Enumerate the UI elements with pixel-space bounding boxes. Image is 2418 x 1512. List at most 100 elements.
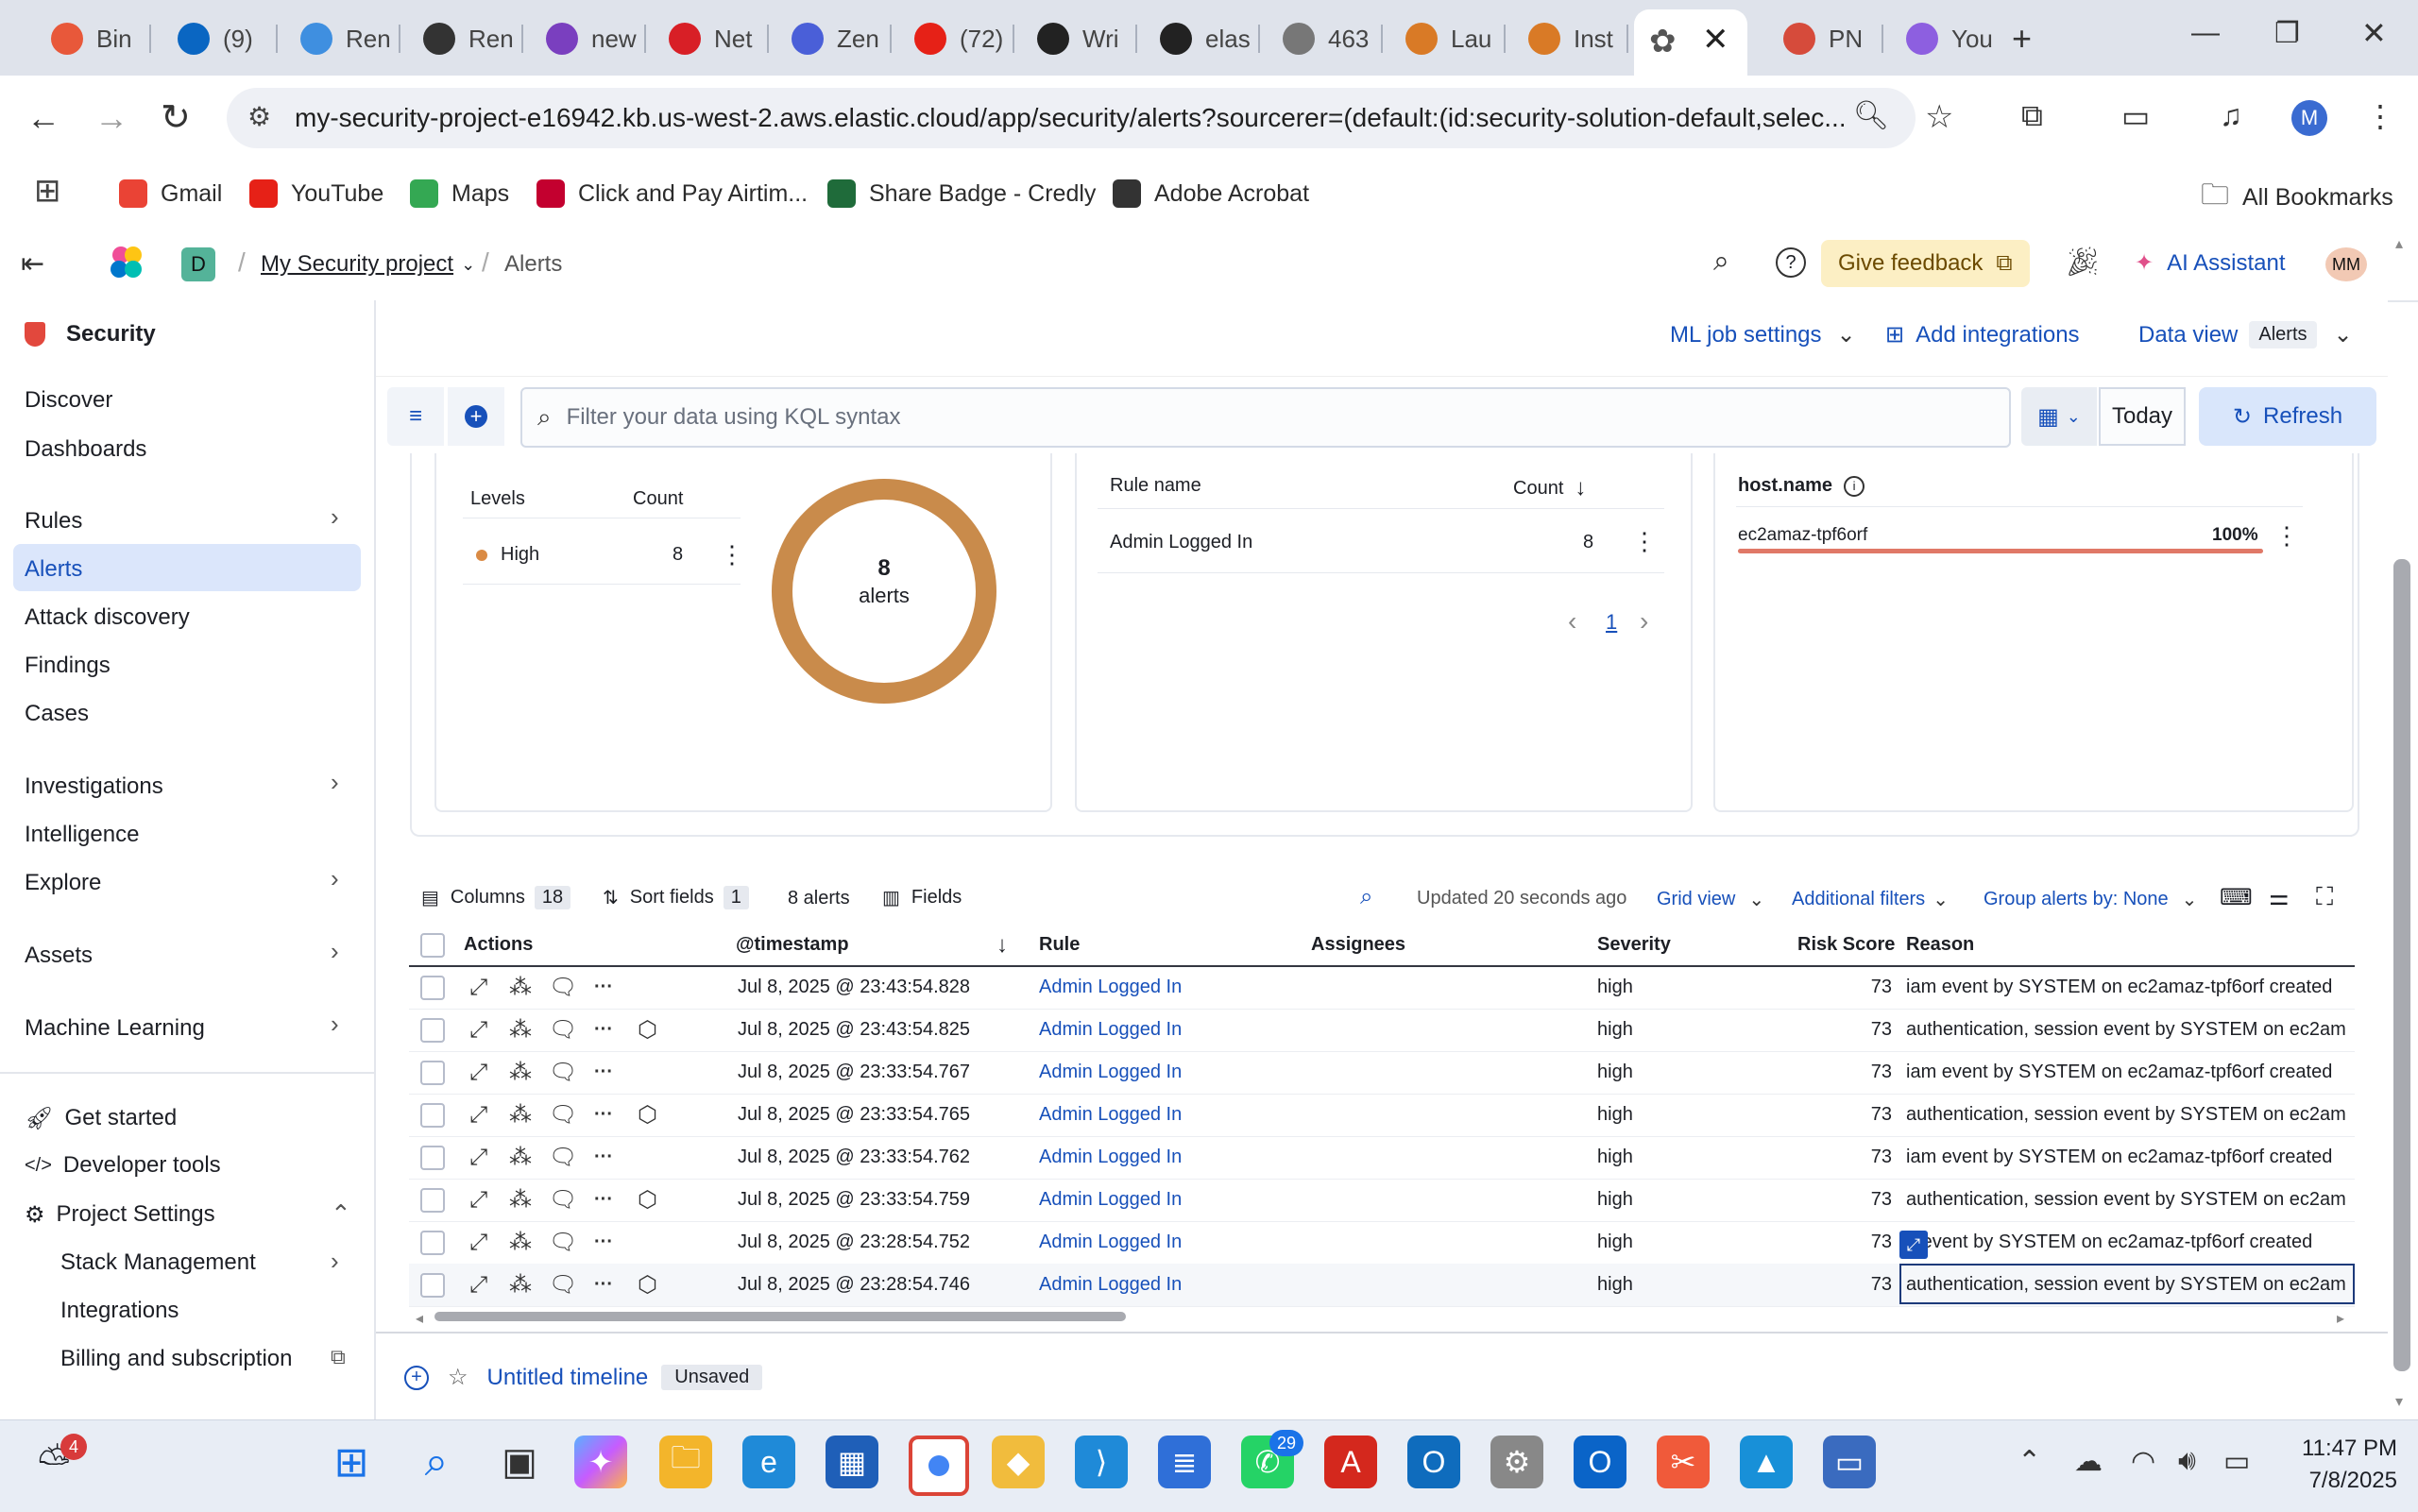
- chevron-up-icon[interactable]: ⌃: [2018, 1445, 2041, 1478]
- row-actions-icon[interactable]: ⋮: [2274, 521, 2299, 551]
- volume-icon[interactable]: 🔊︎: [2178, 1445, 2196, 1477]
- rule-link[interactable]: Admin Logged In: [1039, 1094, 1182, 1136]
- chevron-right-icon[interactable]: ›: [331, 1010, 339, 1039]
- search-icon[interactable]: ⌕: [410, 1436, 463, 1488]
- page-number[interactable]: 1: [1606, 610, 1617, 635]
- notes-icon[interactable]: 🗨︎: [549, 1051, 577, 1094]
- scroll-right-icon[interactable]: ▸: [2337, 1309, 2344, 1328]
- media-icon[interactable]: ♫: [2220, 98, 2242, 133]
- expand-cell-icon[interactable]: ⤢: [1899, 1231, 1928, 1259]
- stack-management-link[interactable]: Stack Management: [60, 1240, 256, 1285]
- inspect-icon[interactable]: ⌕: [1360, 884, 1372, 910]
- wifi-icon[interactable]: ◠: [2131, 1445, 2155, 1478]
- expand-icon[interactable]: ⤢: [469, 1179, 487, 1221]
- search-icon[interactable]: ⌕: [1713, 246, 1729, 278]
- outlook-new-icon[interactable]: O: [1574, 1436, 1626, 1488]
- session-view-icon[interactable]: ⬡: [638, 1264, 657, 1306]
- browser-tab[interactable]: Inst: [1511, 13, 1613, 64]
- add-integrations-button[interactable]: ⊞ Add integrations: [1885, 321, 2080, 348]
- bookmark-item[interactable]: Maps: [410, 174, 509, 213]
- browser-tab[interactable]: Ren: [406, 13, 514, 64]
- analyze-icon[interactable]: ⁂: [509, 1136, 532, 1179]
- notes-icon[interactable]: 🗨︎: [549, 1264, 577, 1306]
- photos-icon[interactable]: ▲: [1740, 1436, 1793, 1488]
- more-actions-icon[interactable]: ···: [594, 1136, 613, 1179]
- snipping-tool-icon[interactable]: ✂: [1657, 1436, 1710, 1488]
- grid-view-button[interactable]: Grid view ⌄: [1657, 888, 1764, 911]
- row-actions-icon[interactable]: ⋮: [720, 540, 744, 569]
- horizontal-scrollbar-thumb[interactable]: [434, 1312, 1126, 1321]
- rule-link[interactable]: Admin Logged In: [1039, 1221, 1182, 1264]
- browser-tab[interactable]: Lau: [1388, 13, 1491, 64]
- row-checkbox[interactable]: [420, 1060, 445, 1085]
- display-settings-icon[interactable]: ⚌: [2269, 884, 2290, 911]
- browser-tab[interactable]: Zen: [775, 13, 879, 64]
- store-icon[interactable]: ▦: [826, 1436, 878, 1488]
- rule-link[interactable]: Admin Logged In: [1039, 1179, 1182, 1221]
- rule-count-header[interactable]: Count ↓: [1513, 475, 1586, 501]
- row-checkbox[interactable]: [420, 1102, 445, 1128]
- browser-tab[interactable]: Net: [652, 13, 752, 64]
- filter-options-button[interactable]: ≡: [387, 387, 444, 446]
- analyze-icon[interactable]: ⁂: [509, 1094, 532, 1136]
- analyze-icon[interactable]: ⁂: [509, 966, 532, 1009]
- row-checkbox[interactable]: [420, 975, 445, 1000]
- fields-button[interactable]: ▥ Fields: [882, 886, 962, 909]
- scroll-up-icon[interactable]: ▴: [2395, 234, 2403, 253]
- chevron-right-icon[interactable]: ›: [331, 864, 339, 893]
- table-row[interactable]: ⤢ ⁂ 🗨︎ ··· ⬡ Jul 8, 2025 @ 23:43:54.825 Admin …: [409, 1009, 2355, 1052]
- collapse-nav-icon[interactable]: ⇤: [21, 247, 44, 280]
- table-row[interactable]: ⤢ ⁂ 🗨︎ ··· ⬡ Jul 8, 2025 @ 23:33:54.765 Admin …: [409, 1094, 2355, 1137]
- row-checkbox[interactable]: [420, 1017, 445, 1043]
- bookmark-item[interactable]: YouTube: [249, 174, 383, 213]
- breadcrumb-project[interactable]: My Security project ⌄: [261, 251, 475, 278]
- timestamp-header[interactable]: @timestamp: [736, 924, 849, 966]
- notes-icon[interactable]: 🗨︎: [549, 1136, 577, 1179]
- table-row[interactable]: ⤢ ⁂ 🗨︎ ··· Jul 8, 2025 @ 23:43:54.828 Admin L…: [409, 966, 2355, 1010]
- session-view-icon[interactable]: ⬡: [638, 1009, 657, 1051]
- notepad-icon[interactable]: ≣: [1158, 1436, 1211, 1488]
- more-actions-icon[interactable]: ···: [594, 1009, 613, 1051]
- clock-time[interactable]: 11:47 PM: [2293, 1436, 2397, 1462]
- sidebar-item-assets[interactable]: Assets: [25, 933, 93, 978]
- chevron-right-icon[interactable]: ›: [331, 502, 339, 532]
- copilot-icon[interactable]: ✦: [574, 1436, 627, 1488]
- analyze-icon[interactable]: ⁂: [509, 1221, 532, 1264]
- network-status-icon[interactable]: ☁: [2074, 1445, 2103, 1478]
- table-row[interactable]: ⤢ ⁂ 🗨︎ ··· ⬡ Jul 8, 2025 @ 23:28:54.746 Admin …: [409, 1264, 2355, 1307]
- address-bar[interactable]: ⚙ my-security-project-e16942.kb.us-west-…: [227, 88, 1916, 148]
- browser-tab[interactable]: PN: [1766, 13, 1863, 64]
- bookmark-star-icon[interactable]: ☆: [1925, 98, 1953, 136]
- outlook-icon[interactable]: O: [1407, 1436, 1460, 1488]
- task-view-icon[interactable]: ▣: [493, 1436, 546, 1488]
- get-started-link[interactable]: 🚀︎ Get started: [25, 1096, 177, 1141]
- chrome-icon[interactable]: [909, 1436, 969, 1496]
- rule-header[interactable]: Rule: [1039, 924, 1080, 966]
- ml-job-settings-button[interactable]: ML job settings ⌄: [1670, 321, 1856, 348]
- prev-page-icon[interactable]: ‹: [1568, 606, 1576, 637]
- analyze-icon[interactable]: ⁂: [509, 1179, 532, 1221]
- table-row[interactable]: ⤢ ⁂ 🗨︎ ··· ⬡ Jul 8, 2025 @ 23:33:54.759 Admin …: [409, 1179, 2355, 1222]
- expand-icon[interactable]: ⤢: [469, 1094, 487, 1136]
- git-icon[interactable]: ◆: [992, 1436, 1045, 1488]
- billing-link[interactable]: Billing and subscription: [60, 1336, 292, 1382]
- developer-tools-link[interactable]: </> Developer tools: [25, 1143, 221, 1188]
- chevron-up-icon[interactable]: ⌃: [331, 1199, 351, 1229]
- analyze-icon[interactable]: ⁂: [509, 1009, 532, 1051]
- celebration-icon[interactable]: 🎉︎: [2065, 246, 2101, 279]
- new-tab-button[interactable]: +: [2012, 19, 2032, 59]
- browser-tab[interactable]: (9): [161, 13, 253, 64]
- sidebar-item-rules[interactable]: Rules: [25, 499, 82, 544]
- date-quick-menu[interactable]: ▦ ⌄: [2021, 387, 2097, 446]
- notes-icon[interactable]: 🗨︎: [549, 1179, 577, 1221]
- minimize-icon[interactable]: —: [2191, 17, 2220, 49]
- give-feedback-button[interactable]: Give feedback ⧉: [1821, 240, 2030, 287]
- add-timeline-icon[interactable]: +: [404, 1365, 429, 1390]
- restore-icon[interactable]: ❐: [2274, 17, 2300, 50]
- browser-tab[interactable]: new: [529, 13, 637, 64]
- expand-icon[interactable]: ⤢: [469, 1136, 487, 1179]
- reload-icon[interactable]: ↻: [161, 96, 191, 139]
- integrations-link[interactable]: Integrations: [60, 1288, 179, 1334]
- row-checkbox[interactable]: [420, 1145, 445, 1170]
- refresh-button[interactable]: ↻ Refresh: [2199, 387, 2376, 446]
